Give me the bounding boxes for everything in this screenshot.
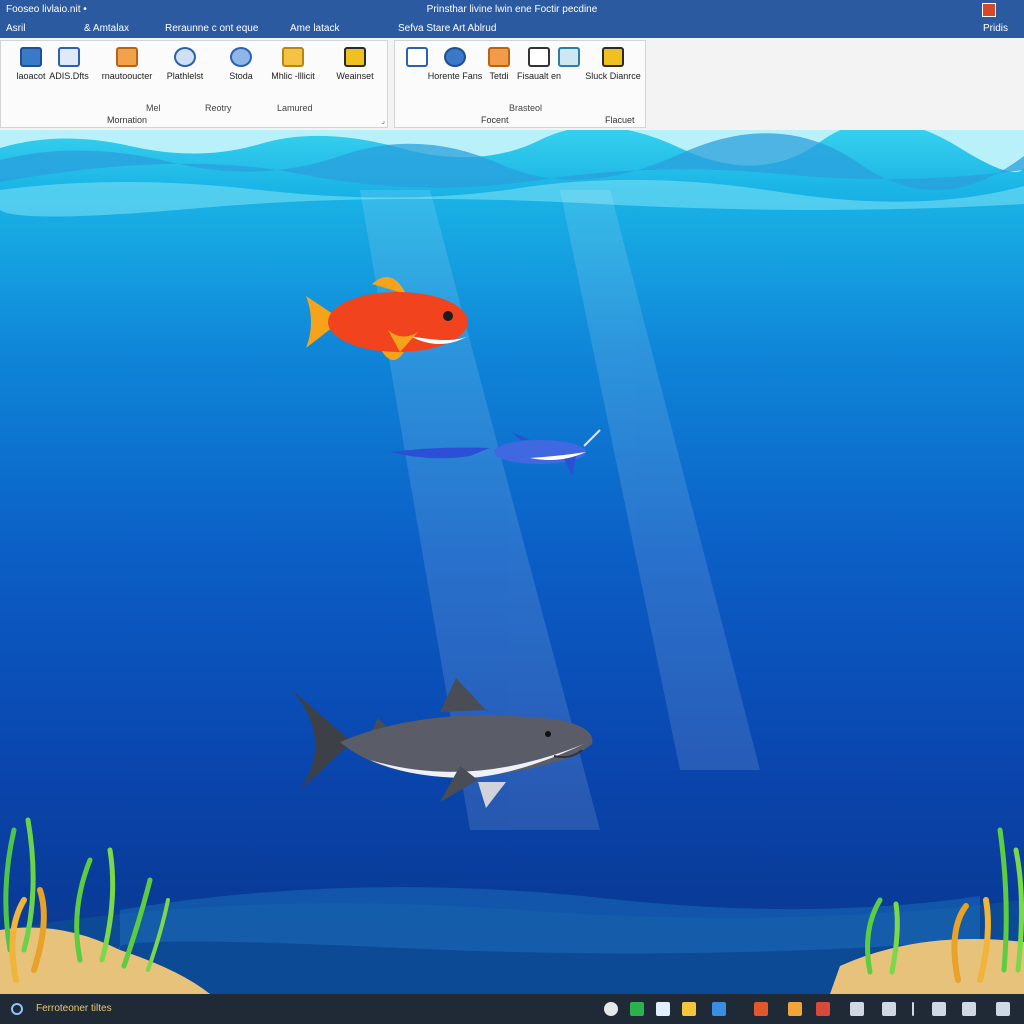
group1-sublabel-1: Mel [146,103,161,113]
menu-item-2[interactable]: & Amtalax [84,20,129,38]
seabed [0,887,1024,994]
ribbon-button-sluck[interactable]: Sluck Dianrce [583,47,643,99]
ribbon-button-playlist[interactable]: Plathlelst [155,47,215,99]
taskbar: Ferroteoner tiltes [0,994,1024,1024]
folder-icon[interactable] [682,1002,696,1016]
browser-icon[interactable] [604,1002,618,1016]
ribbon-group-1: laoacot ADIS.Dfts rnautooucter Plathlels… [0,40,388,128]
menu-item-5[interactable]: Sefva Stare Art Ablrud [398,20,496,38]
notifications-icon[interactable] [996,1002,1010,1016]
network-icon[interactable] [850,1002,864,1016]
ribbon-button-stoda[interactable]: Stoda [211,47,271,99]
spreadsheet-icon[interactable] [630,1002,644,1016]
surface-waves [0,130,1024,217]
app-icon[interactable] [982,3,996,17]
group1-label: Mornation [107,115,148,125]
settings-icon[interactable] [932,1002,946,1016]
store-icon[interactable] [816,1002,830,1016]
people-icon[interactable] [882,1002,896,1016]
shapes-icon [488,47,510,67]
volume-icon[interactable] [962,1002,976,1016]
group2-label-2: Flacuet [605,115,635,125]
ocean-scene-canvas[interactable] [0,130,1024,994]
start-icon[interactable] [10,1002,24,1016]
stock-image-icon [602,47,624,67]
ribbon-button-weainset[interactable]: Weainset [325,47,385,99]
hand-icon [282,47,304,67]
menu-item-3[interactable]: Reraunne c ont eque [165,20,258,38]
window-title: Prinsthar livine lwin ene Foctir pecdine [426,4,598,15]
menu-item-4[interactable]: Ame latack [290,20,339,38]
menu-right-label[interactable]: Pridis [983,20,1008,38]
group2-label: Focent [481,115,509,125]
title-bar: Fooseo livlaio.nit • Prinsthar livine lw… [0,0,1024,20]
dialog-launcher-icon[interactable]: ⌟ [381,116,385,125]
picture-icon [344,47,366,67]
chat-icon[interactable] [656,1002,670,1016]
box-icon [116,47,138,67]
eye-icon [230,47,252,67]
chart-icon [444,47,466,67]
ribbon-button-autocorrect[interactable]: rnautooucter [97,47,157,99]
divider-icon [912,1002,914,1016]
ocean-illustration [0,130,1024,994]
menu-bar: Asril & Amtalax Reraunne c ont eque Ame … [0,20,1024,38]
ribbon-button-music[interactable]: Mhlic -lllicit [263,47,323,99]
gallery-icon[interactable] [788,1002,802,1016]
menu-item-1[interactable]: Asril [6,20,25,38]
home-icon [558,47,580,67]
group2-sublabel-1: Brasteol [509,103,543,113]
photos-icon[interactable] [712,1002,726,1016]
ribbon: laoacot ADIS.Dfts rnautooucter Plathlels… [0,38,1024,131]
presentation-icon[interactable] [754,1002,768,1016]
group1-sublabel-3: Lamured [277,103,313,113]
table-icon [58,47,80,67]
ribbon-button-adis[interactable]: ADIS.Dfts [39,47,99,99]
group1-sublabel-2: Reotry [205,103,232,113]
globe-icon [174,47,196,67]
ribbon-group-2: Horente Fans Tetdi Fisaualt en Sluck Dia… [394,40,646,128]
taskbar-status-text: Ferroteoner tiltes [36,1003,112,1014]
